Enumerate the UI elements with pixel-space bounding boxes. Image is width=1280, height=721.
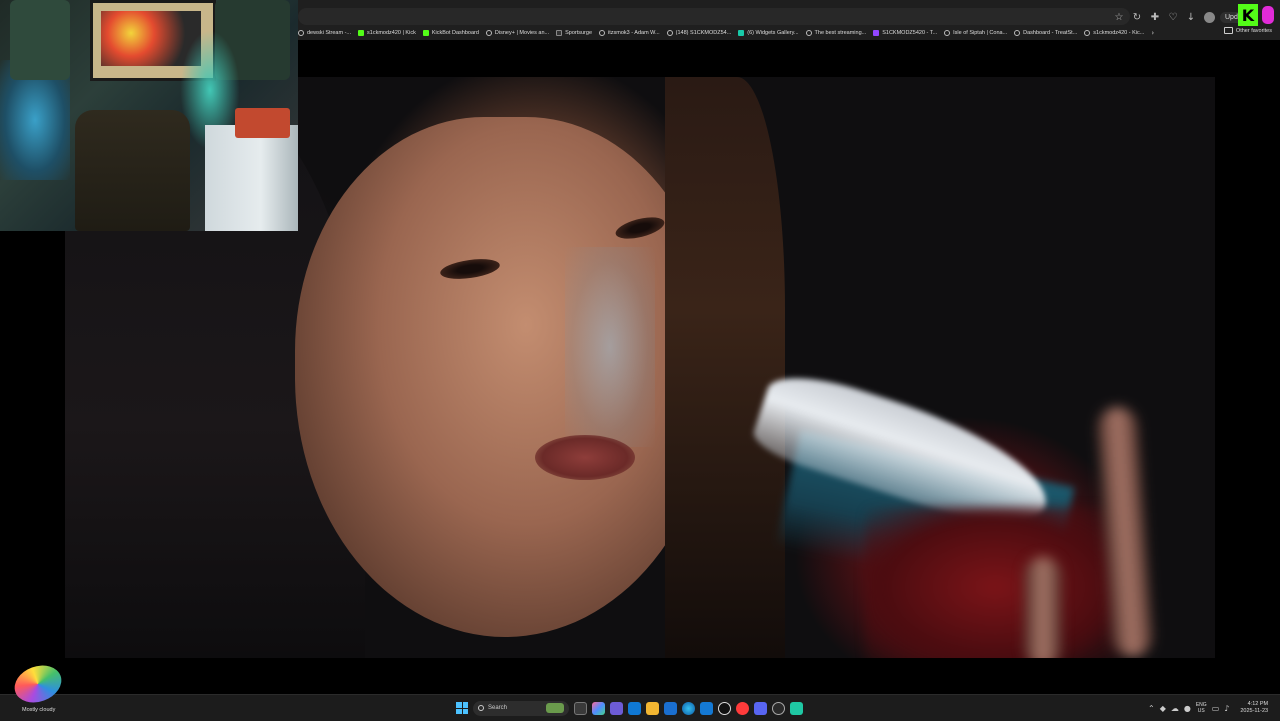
app-icon[interactable]: [772, 701, 785, 715]
twitch-icon: [873, 30, 880, 36]
profile-icon[interactable]: [1202, 10, 1216, 24]
avatar: [1203, 11, 1215, 23]
widgets-icon: [738, 30, 745, 36]
system-tray: ⌃ ◆ ☁ ● ENG US ▭ ♪ 4:12 PM 2025-11-23: [1148, 699, 1268, 717]
webcam-fridge: [205, 125, 298, 231]
bookmark-item[interactable]: The best streaming...: [805, 30, 866, 36]
taskbar-center: Search: [456, 700, 803, 716]
teams-icon[interactable]: [610, 701, 623, 715]
video-lips: [535, 435, 635, 480]
webcam-overlay: [0, 0, 298, 231]
store-icon[interactable]: [700, 701, 713, 715]
webcam-basket: [235, 108, 290, 138]
globe-icon: [666, 30, 673, 36]
video-finger: [1025, 557, 1061, 658]
app-icon[interactable]: [718, 701, 731, 715]
toolbar-icons: ☆ ↻ ✚ ♡ ↓ Upd: [1112, 8, 1243, 26]
taskbar-search[interactable]: Search: [473, 700, 569, 716]
todo-icon[interactable]: [664, 701, 677, 715]
task-view-icon[interactable]: [574, 701, 587, 715]
sportsurge-icon: [556, 30, 563, 36]
extensions-icon[interactable]: ✚: [1148, 10, 1162, 24]
edge-icon[interactable]: [682, 701, 695, 715]
onedrive-icon[interactable]: ☁: [1171, 704, 1179, 713]
weather-art-icon: [9, 659, 67, 709]
volume-icon[interactable]: ♪: [1224, 704, 1229, 713]
refresh-icon[interactable]: ↻: [1130, 10, 1144, 24]
search-icon: [478, 705, 484, 711]
bookmark-item[interactable]: Isle of Siptah | Cona...: [944, 30, 1007, 36]
language-indicator[interactable]: ENG US: [1196, 702, 1207, 714]
weather-label: Mostly cloudy: [22, 707, 56, 713]
globe-icon: [1084, 30, 1091, 36]
globe-icon: [298, 30, 304, 36]
globe-icon: [944, 30, 951, 36]
chevron-up-icon[interactable]: ⌃: [1148, 704, 1155, 713]
copilot-icon[interactable]: [592, 701, 605, 715]
favorites-icon[interactable]: ♡: [1166, 10, 1180, 24]
video-hair-right: [665, 77, 785, 658]
bookmark-item[interactable]: s1ckmodz420 | Kick: [358, 30, 416, 36]
weather-widget[interactable]: Mostly cloudy: [6, 659, 76, 718]
download-icon[interactable]: ↓: [1184, 10, 1198, 24]
network-icon[interactable]: ▭: [1212, 704, 1220, 713]
other-favorites[interactable]: Other favorites: [1223, 27, 1272, 34]
bookmark-item[interactable]: Sportsurge: [556, 30, 592, 36]
search-highlight-icon: [546, 703, 564, 713]
globe-icon: [1014, 30, 1021, 36]
discord-icon[interactable]: [754, 701, 767, 715]
webcam-jersey: [10, 0, 70, 80]
bookmark-item[interactable]: Dashboard - TreatSt...: [1014, 30, 1077, 36]
kick-icon: [422, 30, 429, 36]
globe-icon: [805, 30, 812, 36]
bookmark-item[interactable]: dewski Stream -...: [298, 30, 351, 36]
video-light-streak: [565, 247, 655, 447]
app-icon[interactable]: [736, 701, 749, 715]
bookmark-item[interactable]: s1ckmodz420 - Kic...: [1084, 30, 1144, 36]
chevron-right-icon[interactable]: ›: [1151, 29, 1154, 37]
star-icon[interactable]: ☆: [1112, 10, 1126, 24]
globe-icon: [599, 30, 605, 36]
bookmark-item[interactable]: (148) S1CKMODZ54...: [666, 30, 731, 36]
bookmark-item[interactable]: (6) Widgets Gallery...: [738, 30, 799, 36]
bookmark-item[interactable]: S1CKMODZ5420 - T...: [873, 30, 937, 36]
globe-icon: [485, 30, 492, 36]
windows-start-icon[interactable]: [456, 702, 468, 714]
bookmark-item[interactable]: KickBot Dashboard: [422, 30, 479, 36]
bookmark-item[interactable]: itzsmok3 - Adam W...: [599, 30, 660, 36]
webcam-chair: [75, 110, 190, 231]
bookmark-item[interactable]: Disney+ | Movies an...: [485, 30, 549, 36]
kick-logo-icon[interactable]: K: [1238, 4, 1258, 26]
clock[interactable]: 4:12 PM 2025-11-23: [1240, 701, 1268, 715]
kick-icon: [358, 30, 365, 36]
app-icon[interactable]: [790, 701, 803, 715]
file-explorer-icon[interactable]: [646, 701, 659, 715]
tray-app-icon[interactable]: ◆: [1160, 704, 1166, 713]
extension-logo-icon[interactable]: [1262, 6, 1274, 24]
mic-icon[interactable]: ●: [1184, 704, 1191, 713]
address-bar[interactable]: [298, 8, 1130, 25]
video-book-red: [865, 507, 1125, 658]
bookmarks-bar: dewski Stream -... s1ckmodz420 | Kick Ki…: [298, 27, 1280, 39]
outlook-icon[interactable]: [628, 701, 641, 715]
folder-icon: [1223, 27, 1233, 34]
